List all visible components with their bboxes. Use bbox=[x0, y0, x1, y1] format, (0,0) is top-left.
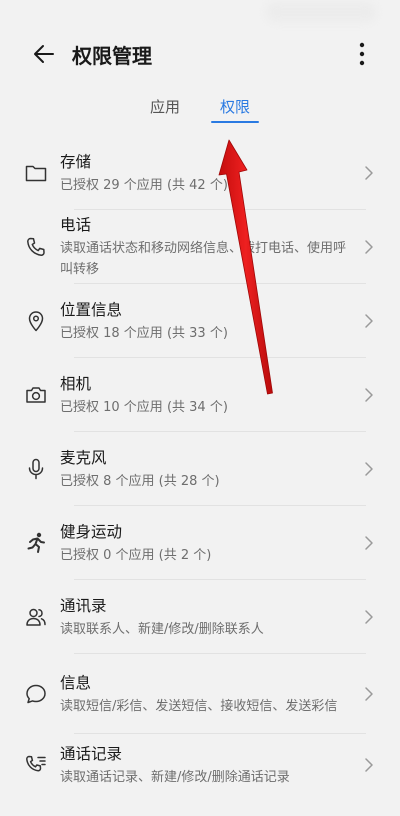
running-icon bbox=[27, 532, 45, 553]
back-button[interactable] bbox=[24, 34, 64, 74]
chevron-right-icon bbox=[365, 758, 373, 772]
phone-icon bbox=[27, 237, 45, 256]
permission-name: 位置信息 bbox=[60, 300, 123, 319]
chevron-right-icon bbox=[365, 462, 373, 476]
permission-name: 存储 bbox=[60, 152, 92, 171]
chevron-right-icon bbox=[365, 536, 373, 550]
folder-icon bbox=[25, 165, 47, 182]
chevron-right-icon bbox=[365, 610, 373, 624]
permission-item-contacts[interactable]: 通讯录 读取联系人、新建/修改/删除联系人 bbox=[0, 580, 400, 654]
permission-name: 健身运动 bbox=[60, 522, 123, 541]
tab-permissions[interactable]: 权限 bbox=[210, 92, 260, 123]
permission-desc: 读取短信/彩信、发送短信、接收短信、发送彩信 bbox=[60, 698, 338, 714]
permission-item-microphone[interactable]: 麦克风 已授权 8 个应用 (共 28 个) bbox=[0, 432, 400, 506]
permission-name: 信息 bbox=[60, 673, 92, 692]
chevron-right-icon bbox=[365, 388, 373, 402]
chevron-right-icon bbox=[365, 240, 373, 254]
tab-bar: 应用 权限 bbox=[0, 80, 400, 128]
permission-desc: 读取联系人、新建/修改/删除联系人 bbox=[60, 621, 264, 637]
permission-desc: 已授权 29 个应用 (共 42 个) bbox=[60, 177, 228, 193]
more-vertical-icon bbox=[359, 42, 365, 66]
permission-desc: 已授权 8 个应用 (共 28 个) bbox=[60, 473, 220, 489]
camera-icon bbox=[26, 387, 46, 403]
contacts-icon bbox=[26, 608, 46, 626]
message-icon bbox=[26, 684, 46, 704]
chevron-right-icon bbox=[365, 314, 373, 328]
permission-item-call-log[interactable]: 通话记录 读取通话记录、新建/修改/删除通话记录 bbox=[0, 734, 400, 796]
permission-desc: 读取通话状态和移动网络信息、拨打电话、使用呼叫转移 bbox=[60, 241, 347, 277]
tab-apps[interactable]: 应用 bbox=[144, 92, 186, 122]
arrow-left-icon bbox=[34, 45, 54, 63]
permission-desc: 已授权 10 个应用 (共 34 个) bbox=[60, 399, 228, 415]
permission-name: 通讯录 bbox=[60, 596, 107, 615]
permission-item-messages[interactable]: 信息 读取短信/彩信、发送短信、接收短信、发送彩信 bbox=[0, 654, 400, 734]
permission-name: 麦克风 bbox=[60, 448, 107, 467]
location-icon bbox=[28, 311, 44, 332]
permission-item-location[interactable]: 位置信息 已授权 18 个应用 (共 33 个) bbox=[0, 284, 400, 358]
permission-item-phone[interactable]: 电话 读取通话状态和移动网络信息、拨打电话、使用呼叫转移 bbox=[0, 210, 400, 284]
status-bar bbox=[0, 0, 400, 28]
permission-item-camera[interactable]: 相机 已授权 10 个应用 (共 34 个) bbox=[0, 358, 400, 432]
microphone-icon bbox=[28, 458, 44, 480]
permission-name: 电话 bbox=[60, 216, 92, 234]
chevron-right-icon bbox=[365, 687, 373, 701]
call-log-icon bbox=[26, 755, 46, 772]
chevron-right-icon bbox=[365, 166, 373, 180]
app-bar: 权限管理 bbox=[0, 28, 400, 80]
permission-item-storage[interactable]: 存储 已授权 29 个应用 (共 42 个) bbox=[0, 136, 400, 210]
permission-name: 相机 bbox=[60, 374, 92, 393]
status-bar-blur bbox=[266, 2, 376, 22]
permission-name: 通话记录 bbox=[60, 744, 123, 763]
permission-list: 存储 已授权 29 个应用 (共 42 个) 电话 读取通话状态和移动网络信息、… bbox=[0, 136, 400, 796]
permission-desc: 读取通话记录、新建/修改/删除通话记录 bbox=[60, 769, 290, 785]
permission-desc: 已授权 0 个应用 (共 2 个) bbox=[60, 547, 212, 563]
permission-item-fitness[interactable]: 健身运动 已授权 0 个应用 (共 2 个) bbox=[0, 506, 400, 580]
more-options-button[interactable] bbox=[348, 36, 376, 72]
permission-desc: 已授权 18 个应用 (共 33 个) bbox=[60, 325, 228, 341]
page-title: 权限管理 bbox=[72, 43, 152, 68]
